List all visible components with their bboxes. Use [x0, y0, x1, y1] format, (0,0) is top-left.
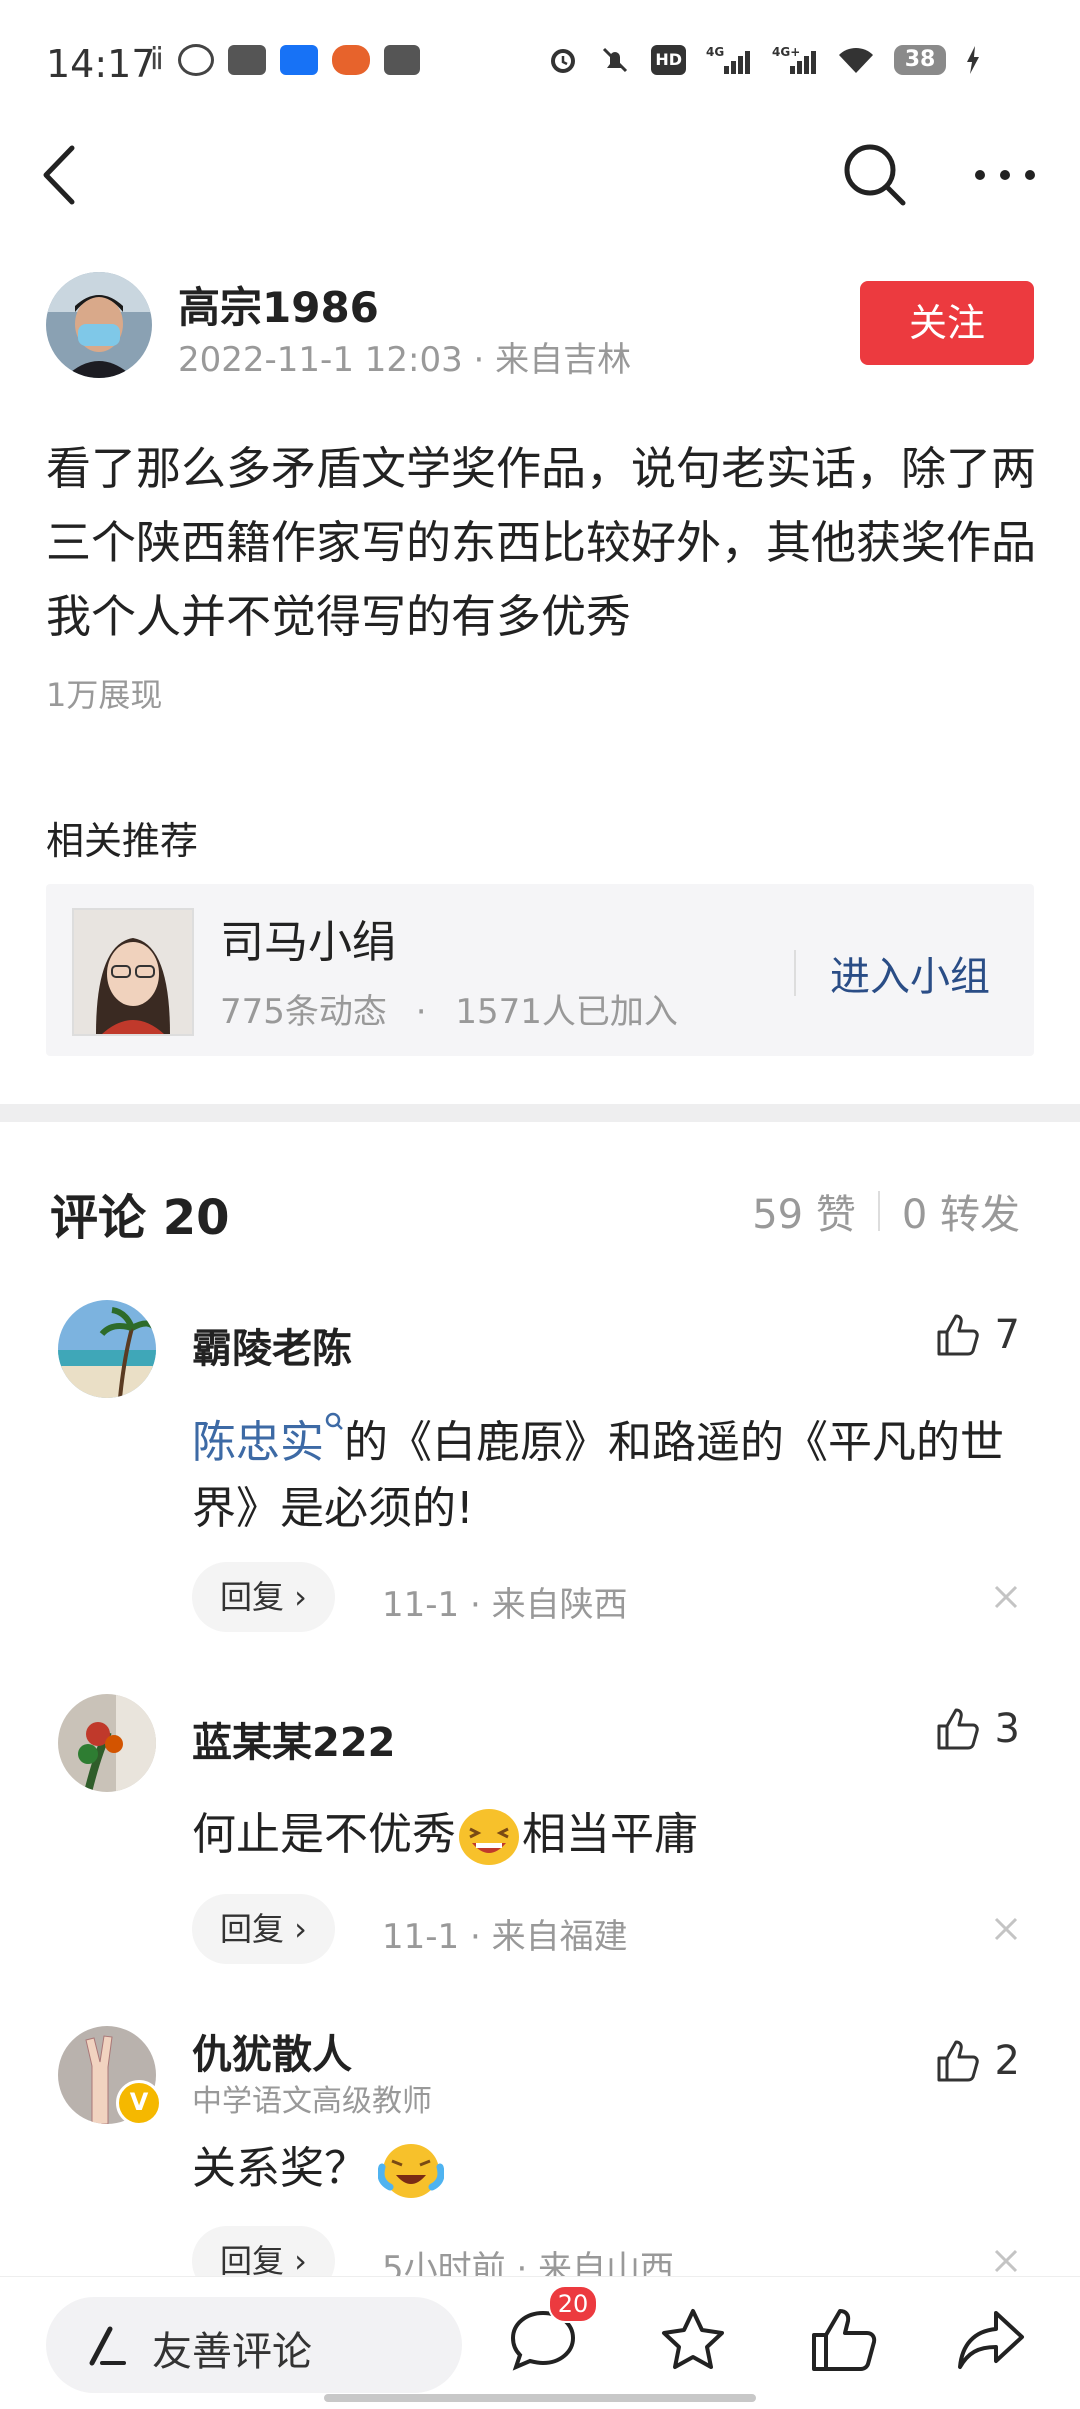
comment-meta: 11-1 · 来自陕西 [382, 1585, 628, 1625]
view-count: 1万展现 [46, 676, 163, 714]
group-stats: 775条动态 · 1571人已加入 [220, 984, 678, 1033]
section-divider [0, 1104, 1080, 1122]
close-icon [994, 1585, 1018, 1609]
post-meta: 2022-11-1 12:03 · 来自吉林 [178, 340, 632, 380]
like-count: 3 [994, 1706, 1020, 1752]
comments-title: 评论 20 [50, 1190, 230, 1246]
wifi-icon [839, 47, 873, 73]
comment-text: 何止是不优秀 相当平庸 [192, 1802, 1032, 1868]
status-time: 14:17 [46, 42, 156, 86]
weibo-icon [177, 43, 214, 76]
system-icons: HD 4G 4G+ 38 [547, 44, 980, 76]
share-button[interactable] [954, 2303, 1028, 2377]
dismiss-comment-button[interactable] [990, 1913, 1022, 1945]
stats-divider [877, 1191, 880, 1231]
app-square-icon [383, 44, 420, 75]
hd-icon: HD [651, 45, 686, 75]
dismiss-comment-button[interactable] [990, 1581, 1022, 1613]
thumb-up-icon [937, 1314, 979, 1356]
crying-laughing-emoji-icon [378, 2144, 444, 2198]
ting-app-icon: ⅱ [150, 42, 164, 77]
group-stats-separator: · [415, 992, 427, 1032]
pen-icon [89, 2326, 126, 2366]
comment-text-after: 相当平庸 [522, 1809, 698, 1860]
comment-text: 关系奖？ [192, 2136, 1032, 2202]
search-icon [844, 144, 906, 206]
like-count: 7 [994, 1312, 1020, 1358]
thumb-up-icon [812, 2309, 877, 2371]
comment-author[interactable]: 仇犹散人 [192, 2022, 352, 2080]
search-link[interactable]: 陈忠实 [192, 1417, 324, 1468]
close-icon [994, 2249, 1018, 2273]
status-bar: 14:17 ⅱ HD 4G 4G+ 38 [0, 0, 1080, 120]
favorite-button[interactable] [656, 2303, 730, 2377]
mute-icon [603, 47, 628, 73]
notification-icons: ⅱ [150, 42, 420, 77]
avatar-image [46, 272, 152, 378]
comment-input[interactable]: 友善评论 [46, 2297, 462, 2393]
comment-meta: 11-1 · 来自福建 [382, 1917, 628, 1957]
chevron-left-icon [43, 145, 75, 205]
search-button[interactable] [840, 140, 910, 210]
comment-author[interactable]: 蓝某某222 [192, 1710, 396, 1768]
svg-text:4G+: 4G+ [772, 45, 800, 59]
verified-badge-icon: V [116, 2080, 162, 2126]
comment-text-before: 何止是不优秀 [192, 1809, 456, 1860]
share-arrow-icon [958, 2311, 1024, 2369]
svg-text:4G: 4G [706, 45, 724, 59]
more-dots-icon [975, 170, 1035, 180]
related-section-title: 相关推荐 [46, 819, 199, 863]
comment-avatar[interactable] [58, 1300, 156, 1398]
comment-like-button[interactable]: 7 [935, 1312, 1020, 1358]
dismiss-comment-button[interactable] [990, 2245, 1022, 2277]
thumb-up-icon [937, 1708, 979, 1750]
post-body: 看了那么多矛盾文学奖作品，说句老实话，除了两三个陕西籍作家写的东西比较好外，其他… [46, 442, 1037, 643]
comment-avatar[interactable] [58, 1694, 156, 1792]
reply-button[interactable]: 回复 › [192, 1894, 335, 1964]
comment-input-placeholder: 友善评论 [152, 2329, 312, 2375]
signal-4g-plus-icon: 4G+ [772, 45, 816, 74]
post-stats: 59 赞 0 转发 [752, 1182, 1020, 1240]
home-indicator[interactable] [324, 2394, 756, 2402]
bottom-action-bar: 友善评论 20 [0, 2276, 1080, 2409]
back-button[interactable] [38, 140, 88, 210]
alarm-icon [551, 49, 576, 73]
like-button[interactable] [806, 2303, 880, 2377]
group-card[interactable]: 司马小绢 775条动态 · 1571人已加入 进入小组 [46, 884, 1034, 1056]
reply-button[interactable]: 回复 › [192, 1562, 335, 1632]
thumb-up-icon [937, 2040, 979, 2082]
avatar-image [58, 1300, 156, 1398]
comment-text-main: 关系奖？ [192, 2143, 368, 2194]
author-avatar[interactable] [46, 272, 152, 378]
group-posts: 775条动态 [220, 992, 387, 1032]
search-small-icon [325, 1412, 343, 1430]
like-total[interactable]: 59 赞 [752, 1182, 856, 1240]
like-count: 2 [994, 2038, 1020, 2084]
close-icon [994, 1917, 1018, 1941]
star-icon [662, 2309, 724, 2369]
follow-button[interactable]: 关注 [860, 281, 1034, 365]
avatar-image [58, 1694, 156, 1792]
author-title: 中学语文高级教师 [192, 2084, 432, 2119]
group-name: 司马小绢 [220, 917, 396, 968]
comment-like-button[interactable]: 3 [935, 1706, 1020, 1752]
group-members: 1571人已加入 [455, 992, 678, 1032]
zhihu-icon [279, 44, 318, 75]
more-button[interactable] [970, 150, 1040, 200]
comment-count-badge: 20 [548, 2285, 598, 2323]
comment-author[interactable]: 霸陵老陈 [192, 1316, 352, 1374]
comment-like-button[interactable]: 2 [935, 2038, 1020, 2084]
pumpkin-icon [331, 44, 370, 75]
comment-text: 陈忠实 的《白鹿原》和路遥的《平凡的世界》是必须的! [192, 1410, 1032, 1542]
toutiao-icon [227, 44, 266, 75]
charging-icon [967, 46, 979, 74]
signal-4g-icon: 4G [706, 45, 750, 74]
group-divider [794, 950, 796, 996]
author-name[interactable]: 高宗1986 [178, 274, 379, 335]
forward-total[interactable]: 0 转发 [902, 1182, 1020, 1240]
laughing-emoji-icon [459, 1809, 519, 1865]
battery-indicator: 38 [894, 45, 946, 75]
join-group-button[interactable]: 进入小组 [830, 944, 990, 1002]
group-thumbnail [72, 908, 194, 1036]
